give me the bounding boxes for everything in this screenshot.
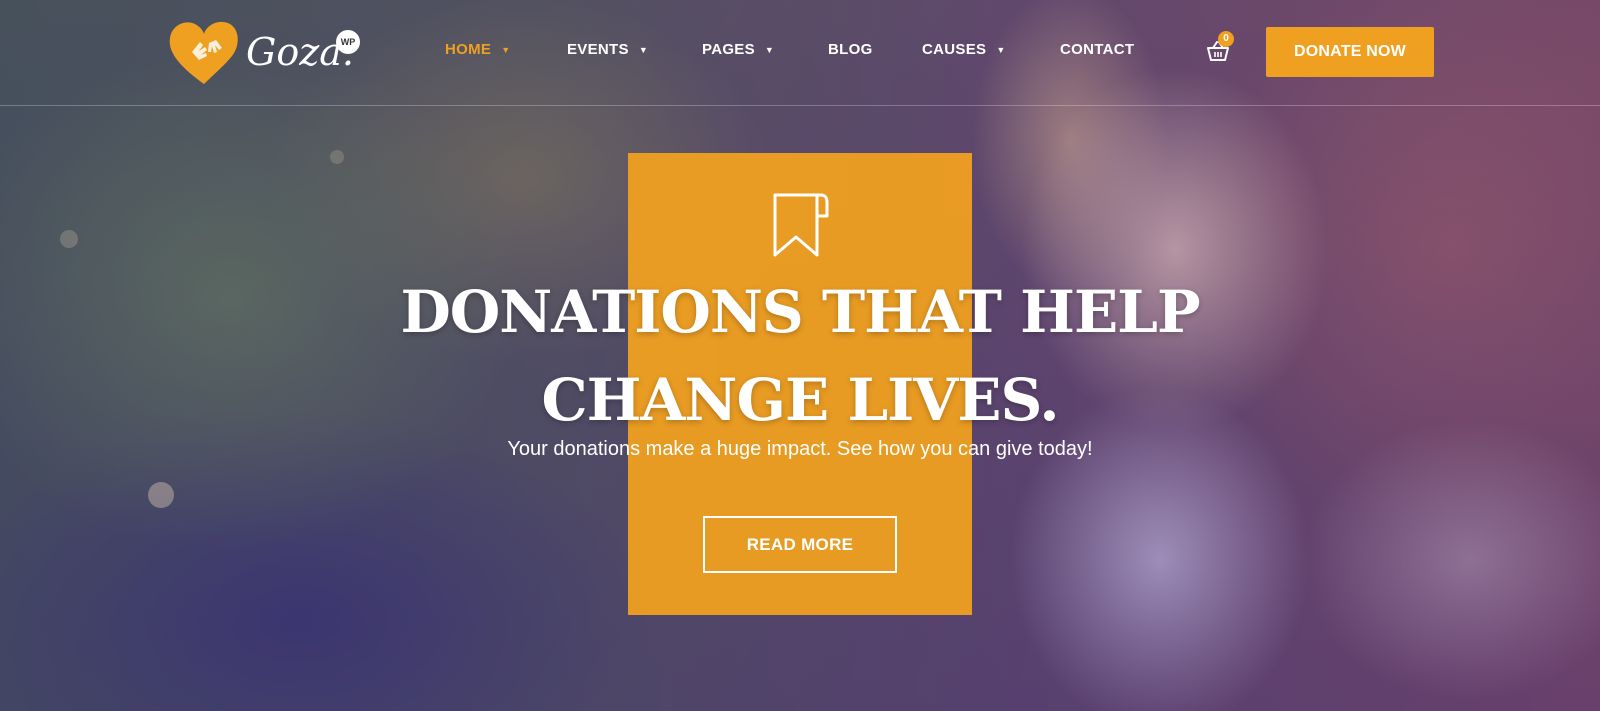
hero-headline: DONATIONS THAT HELP CHANGE LIVES. [300, 268, 1300, 444]
site-logo[interactable]: Goza. WP [166, 18, 360, 88]
nav-item-events[interactable]: EVENTS ▼ [567, 40, 648, 60]
bokeh-light [148, 482, 174, 508]
nav-item-contact[interactable]: CONTACT [1060, 40, 1134, 60]
bookmark-icon [773, 193, 829, 257]
nav-item-label: PAGES [702, 41, 755, 58]
bokeh-light [60, 230, 78, 248]
read-more-button[interactable]: READ MORE [703, 516, 897, 573]
nav-item-pages[interactable]: PAGES ▼ [702, 40, 774, 60]
donate-now-button[interactable]: DONATE NOW [1266, 27, 1434, 77]
bokeh-light [330, 150, 344, 164]
cart-count-badge: 0 [1218, 31, 1234, 47]
nav-item-home[interactable]: HOME ▼ [445, 40, 510, 60]
nav-item-label: HOME [445, 41, 492, 58]
cart-button[interactable]: 0 [1205, 31, 1235, 66]
nav-item-label: EVENTS [567, 41, 629, 58]
site-header: Goza. WP HOME ▼ EVENTS ▼ PAGES ▼ BLOG CAUSE… [0, 0, 1600, 106]
hero-subtext: Your donations make a huge impact. See h… [507, 438, 1093, 460]
hero-headline-line: CHANGE LIVES. [541, 366, 1059, 434]
nav-item-blog[interactable]: BLOG [828, 40, 873, 60]
nav-item-label: BLOG [828, 41, 873, 58]
wp-badge: WP [336, 30, 360, 54]
nav-item-label: CAUSES [922, 41, 987, 58]
nav-item-causes[interactable]: CAUSES ▼ [922, 40, 1006, 60]
hero-section: Goza. WP HOME ▼ EVENTS ▼ PAGES ▼ BLOG CAUSE… [0, 0, 1600, 711]
chevron-down-icon: ▼ [501, 45, 511, 56]
chevron-down-icon: ▼ [638, 45, 649, 56]
chevron-down-icon: ▼ [996, 45, 1006, 56]
heart-hands-logo-icon [169, 21, 238, 84]
chevron-down-icon: ▼ [764, 45, 775, 56]
nav-item-label: CONTACT [1060, 41, 1135, 58]
hero-headline-line: DONATIONS THAT HELP [400, 278, 1200, 346]
